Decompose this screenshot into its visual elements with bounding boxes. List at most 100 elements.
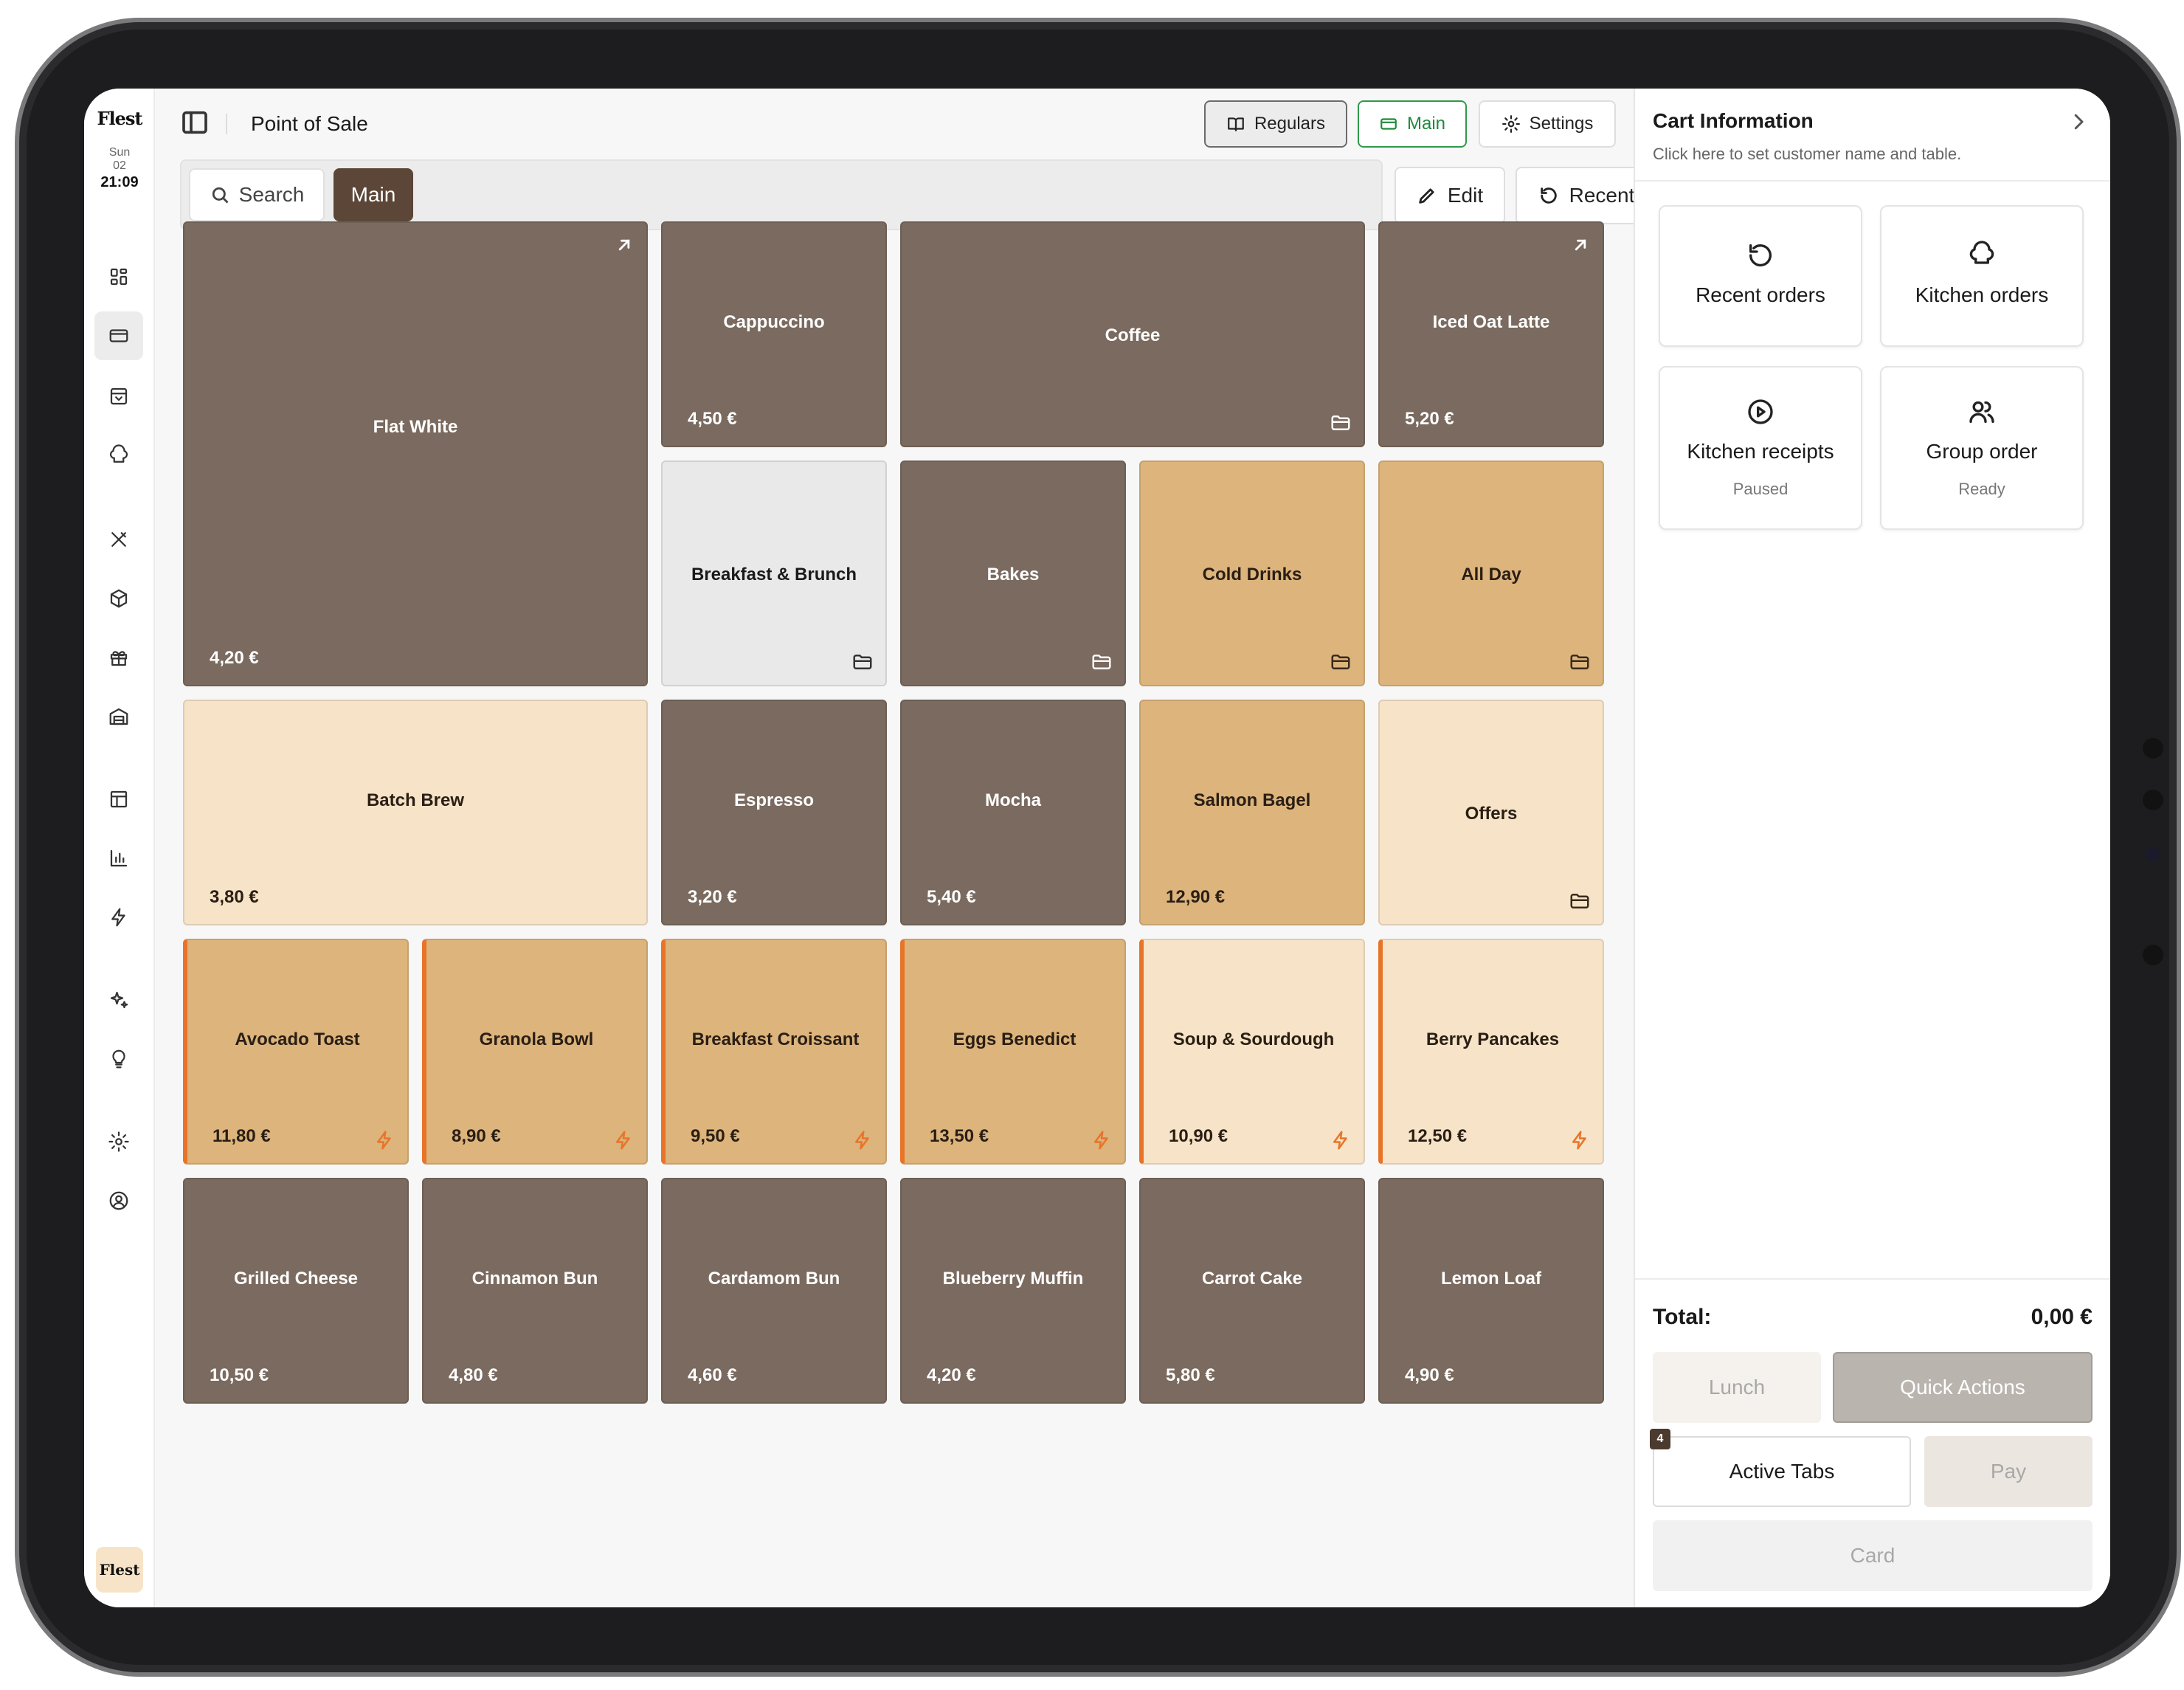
tile-name: Grilled Cheese	[233, 1268, 359, 1289]
category-chip-main[interactable]: Main	[334, 168, 413, 221]
folder-icon	[851, 651, 874, 673]
inbox-icon[interactable]	[94, 372, 143, 421]
clock-time: 21:09	[100, 174, 139, 190]
product-tile[interactable]: Bakes	[900, 461, 1126, 686]
tile-price: 3,80 €	[210, 887, 259, 907]
chef-hat-icon[interactable]	[94, 431, 143, 480]
tile-price: 5,40 €	[927, 887, 976, 907]
tile-name: Berry Pancakes	[1426, 1029, 1560, 1049]
play-circle-icon	[1748, 399, 1773, 424]
cart-subtitle[interactable]: Click here to set customer name and tabl…	[1653, 145, 1961, 164]
chef-hat-icon	[1969, 241, 1994, 264]
package-icon[interactable]	[94, 574, 143, 623]
product-tile[interactable]: Grilled Cheese 10,50 €	[183, 1178, 409, 1404]
quick-card-label: Kitchen orders	[1915, 283, 2049, 306]
lightning-icon[interactable]	[94, 893, 143, 942]
warehouse-icon[interactable]	[94, 692, 143, 741]
product-tile[interactable]: Iced Oat Latte 5,20 €	[1378, 221, 1604, 447]
left-nav-rail: Flest Sun 02 21:09 Flest	[84, 89, 155, 1607]
edit-button[interactable]: Edit	[1395, 167, 1505, 224]
user-circle-icon[interactable]	[94, 1176, 143, 1225]
product-tile[interactable]: Berry Pancakes 12,50 €	[1378, 939, 1604, 1165]
regulars-label: Regulars	[1254, 114, 1326, 134]
folder-icon	[1569, 651, 1591, 673]
product-tile[interactable]: Cappuccino 4,50 €	[661, 221, 887, 447]
product-tile[interactable]: Coffee	[900, 221, 1365, 447]
product-tile[interactable]: Eggs Benedict 13,50 €	[900, 939, 1126, 1165]
tile-price: 10,50 €	[210, 1365, 269, 1385]
product-tile[interactable]: Blueberry Muffin 4,20 €	[900, 1178, 1126, 1404]
kitchen-orders-card[interactable]: Kitchen orders	[1880, 205, 2084, 347]
product-tile[interactable]: Flat White 4,20 €	[183, 221, 648, 686]
regulars-button[interactable]: Regulars	[1204, 100, 1347, 148]
chevron-right-icon[interactable]	[2067, 111, 2090, 133]
quick-actions-button[interactable]: Quick Actions	[1833, 1352, 2093, 1423]
lunch-button[interactable]: Lunch	[1653, 1352, 1821, 1423]
pay-button[interactable]: Pay	[1924, 1436, 2093, 1507]
product-tile[interactable]: Breakfast Croissant 9,50 €	[661, 939, 887, 1165]
open-arrow-icon[interactable]	[614, 235, 635, 255]
tile-price: 8,90 €	[452, 1126, 501, 1146]
tile-price: 13,50 €	[930, 1126, 989, 1146]
product-tile[interactable]: Cardamom Bun 4,60 €	[661, 1178, 887, 1404]
tile-price: 4,20 €	[927, 1365, 976, 1385]
cart-title[interactable]: Cart Information	[1653, 109, 1814, 133]
tile-name: Batch Brew	[366, 790, 465, 810]
active-tabs-button[interactable]: Active Tabs	[1653, 1436, 1911, 1507]
product-tile[interactable]: All Day	[1378, 461, 1604, 686]
product-tile[interactable]: Breakfast & Brunch	[661, 461, 887, 686]
bolt-icon	[1330, 1129, 1352, 1151]
gear-icon[interactable]	[94, 1117, 143, 1166]
table-icon[interactable]	[94, 775, 143, 824]
product-tile[interactable]: Salmon Bagel 12,90 €	[1139, 700, 1365, 925]
rail-logo-button[interactable]: Flest	[96, 1547, 143, 1593]
utensils-icon[interactable]	[94, 515, 143, 564]
card-icon	[1380, 118, 1397, 130]
card-payment-button[interactable]: Card	[1653, 1520, 2093, 1591]
lightbulb-icon[interactable]	[94, 1035, 143, 1083]
group-order-card[interactable]: Group order Ready	[1880, 366, 2084, 530]
main-layout-button[interactable]: Main	[1358, 100, 1467, 148]
folder-icon	[1569, 890, 1591, 912]
tile-price: 3,20 €	[688, 887, 737, 907]
sidebar-toggle-icon[interactable]	[179, 106, 211, 139]
book-open-icon	[1228, 117, 1244, 131]
tile-price: 9,50 €	[691, 1126, 740, 1146]
pos-card-icon[interactable]	[94, 311, 143, 360]
category-bar: Search Main	[180, 159, 1383, 230]
active-tabs-count-badge: 4	[1650, 1429, 1670, 1449]
open-arrow-icon[interactable]	[1570, 235, 1591, 255]
tile-name: Cold Drinks	[1202, 565, 1302, 584]
total-value: 0,00 €	[2031, 1305, 2093, 1329]
product-tile[interactable]: Carrot Cake 5,80 €	[1139, 1178, 1365, 1404]
tile-name: Mocha	[984, 790, 1041, 810]
product-tile[interactable]: Granola Bowl 8,90 €	[422, 939, 648, 1165]
product-tile[interactable]: Soup & Sourdough 10,90 €	[1139, 939, 1365, 1165]
folder-icon	[1330, 651, 1352, 673]
settings-button[interactable]: Settings	[1479, 100, 1616, 148]
tile-price: 12,90 €	[1166, 887, 1226, 907]
kitchen-receipts-card[interactable]: Kitchen receipts Paused	[1659, 366, 1862, 530]
product-tile[interactable]: Lemon Loaf 4,90 €	[1378, 1178, 1604, 1404]
recent-orders-card[interactable]: Recent orders	[1659, 205, 1862, 347]
tile-price: 11,80 €	[212, 1126, 271, 1146]
gift-icon[interactable]	[94, 633, 143, 682]
bar-chart-icon[interactable]	[94, 834, 143, 883]
tile-name: Espresso	[733, 790, 815, 810]
edit-label: Edit	[1447, 184, 1484, 207]
product-tile[interactable]: Offers	[1378, 700, 1604, 925]
product-tile[interactable]: Cinnamon Bun 4,80 €	[422, 1178, 648, 1404]
product-tile[interactable]: Cold Drinks	[1139, 461, 1365, 686]
sparkles-icon[interactable]	[94, 976, 143, 1024]
tile-name: Eggs Benedict	[953, 1029, 1077, 1049]
search-button[interactable]: Search	[189, 168, 325, 221]
product-tile[interactable]: Espresso 3,20 €	[661, 700, 887, 925]
dashboard-icon[interactable]	[94, 252, 143, 301]
product-tile[interactable]: Batch Brew 3,80 €	[183, 700, 648, 925]
tile-name: Salmon Bagel	[1193, 790, 1311, 810]
main-label: Main	[1406, 114, 1446, 134]
users-icon	[1969, 401, 1994, 423]
tile-name: All Day	[1461, 565, 1521, 584]
product-tile[interactable]: Avocado Toast 11,80 €	[183, 939, 409, 1165]
product-tile[interactable]: Mocha 5,40 €	[900, 700, 1126, 925]
